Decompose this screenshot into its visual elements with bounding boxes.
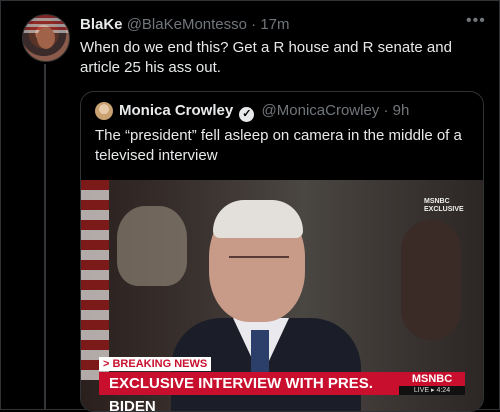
video-subject-hair <box>213 200 303 238</box>
tweet-text: When do we end this? Get a R house and R… <box>80 39 452 76</box>
video-subject-eyes <box>229 256 289 262</box>
video-background-lamp <box>401 220 461 340</box>
quote-author-name[interactable]: Monica Crowley <box>119 102 233 119</box>
more-horizontal-icon[interactable]: ••• <box>466 12 486 30</box>
quote-text: The “president” fell asleep on camera in… <box>95 127 462 164</box>
quote-separator-dot: · <box>383 102 389 119</box>
quote-author-handle[interactable]: @MonicaCrowley <box>262 102 380 119</box>
network-logo: MSNBC <box>399 372 465 386</box>
quote-header: Monica Crowley ✓ @MonicaCrowley · 9h <box>119 102 409 122</box>
verified-check-icon: ✓ <box>239 107 255 122</box>
avatar-face <box>37 27 55 49</box>
video-flag <box>81 180 109 380</box>
author-name[interactable]: BlaKe <box>80 16 123 33</box>
separator-dot: · <box>251 16 257 33</box>
quote-time[interactable]: 9h <box>393 102 410 119</box>
thread-line <box>44 64 46 410</box>
tweet-time[interactable]: 17m <box>260 16 289 33</box>
corner-logo-sub: EXCLUSIVE <box>424 206 464 213</box>
lower-third-headline: EXCLUSIVE INTERVIEW WITH PRES. BIDEN <box>99 372 399 411</box>
avatar[interactable] <box>22 14 70 62</box>
breaking-news-tag: > BREAKING NEWS <box>99 357 212 371</box>
corner-logo-text: MSNBC <box>424 198 450 205</box>
quoted-tweet[interactable]: Monica Crowley ✓ @MonicaCrowley · 9h The… <box>80 91 484 412</box>
video-background-bust <box>117 206 187 286</box>
tweet-header: BlaKe @BlaKeMontesso · 17m <box>80 16 290 33</box>
quote-avatar[interactable] <box>95 102 113 120</box>
author-handle[interactable]: @BlaKeMontesso <box>127 16 247 33</box>
live-indicator: LIVE ▸ 4:24 <box>399 386 465 395</box>
network-logo-corner: MSNBC EXCLUSIVE <box>424 198 464 214</box>
